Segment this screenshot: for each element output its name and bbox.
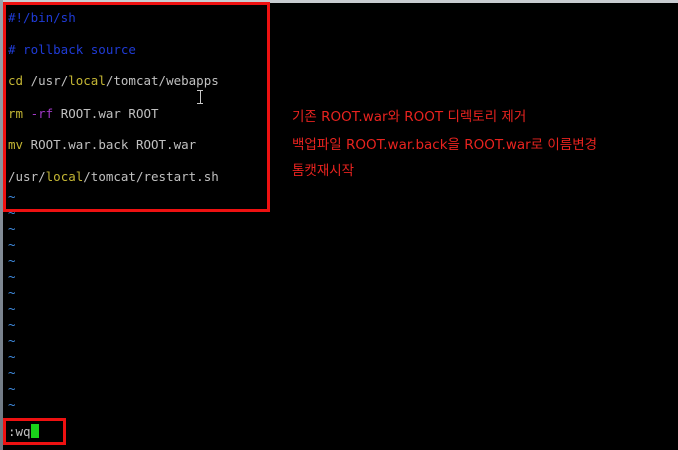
empty-line-tilde: ~ <box>8 301 16 316</box>
empty-line-tilde: ~ <box>8 365 16 380</box>
command-highlight-box <box>3 418 66 445</box>
script-highlight-box <box>3 2 270 212</box>
empty-line-tilde: ~ <box>8 221 16 236</box>
empty-line-tilde: ~ <box>8 253 16 268</box>
empty-line-tilde: ~ <box>8 285 16 300</box>
annotation-remove: 기존 ROOT.war와 ROOT 디렉토리 제거 <box>292 109 527 125</box>
empty-line-tilde: ~ <box>8 381 16 396</box>
empty-line-tilde: ~ <box>8 333 16 348</box>
empty-line-tilde: ~ <box>8 269 16 284</box>
empty-line-tilde: ~ <box>8 237 16 252</box>
annotation-rename: 백업파일 ROOT.war.back을 ROOT.war로 이름변경 <box>292 137 598 153</box>
empty-line-tilde: ~ <box>8 317 16 332</box>
terminal-window: #!/bin/sh # rollback source cd /usr/loca… <box>0 0 678 450</box>
annotation-restart: 톰캣재시작 <box>292 163 355 179</box>
empty-line-tilde: ~ <box>8 349 16 364</box>
